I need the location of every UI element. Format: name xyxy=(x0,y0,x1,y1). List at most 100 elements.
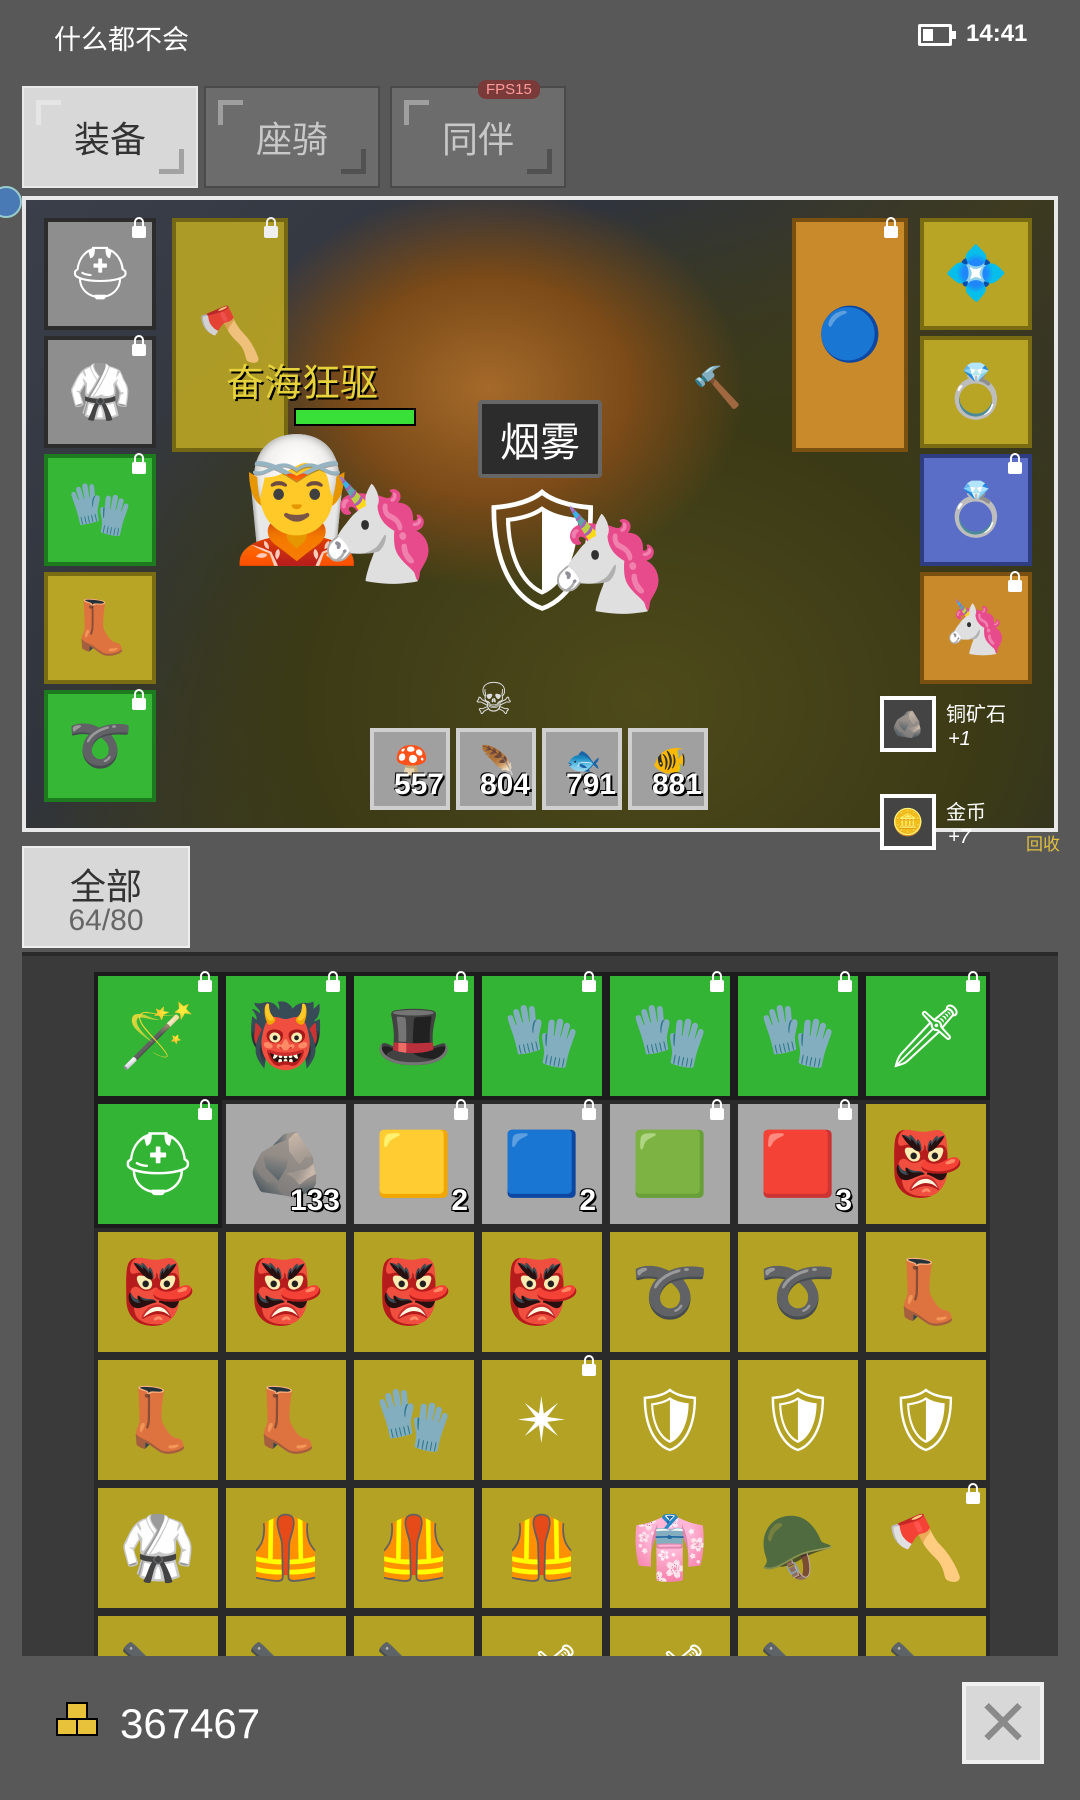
item-quantity: 133 xyxy=(289,1184,340,1217)
lock-icon xyxy=(132,335,146,356)
inventory-slot[interactable]: 🎩 xyxy=(350,971,478,1100)
hammer-drop-icon[interactable]: 🔨 xyxy=(692,364,742,411)
equip-slot-helmet[interactable]: ⛑ xyxy=(44,217,156,330)
inventory-slot[interactable]: 🟥 3 xyxy=(734,1099,862,1228)
inventory-slot[interactable]: 🟦 2 xyxy=(478,1099,606,1228)
equip-slot-offhand[interactable]: 🔵 xyxy=(792,217,908,452)
inventory-slot[interactable]: 👺 xyxy=(350,1228,478,1356)
inventory-slot[interactable]: 👹 xyxy=(222,971,350,1100)
status-time: 14:41 xyxy=(966,20,1028,47)
lock-icon xyxy=(198,971,212,992)
helmet-icon: ⛑ xyxy=(118,1129,198,1199)
dagger-icon: 🗡 xyxy=(503,1640,582,1657)
npc-mount: 🦄 xyxy=(546,504,671,616)
boots-icon: 👢 xyxy=(247,1385,325,1455)
inventory-slot[interactable]: 🔪 xyxy=(862,1612,990,1656)
inventory-slot[interactable]: 🛡 xyxy=(734,1356,862,1484)
equip-slot-ring-2[interactable]: 💍 xyxy=(920,453,1032,566)
inventory-slot[interactable]: ⛑ xyxy=(94,1099,222,1228)
inventory-slot[interactable]: 🔪 xyxy=(734,1612,862,1656)
inventory-slot[interactable]: 🛡 xyxy=(606,1356,734,1484)
inventory-slot[interactable]: 🔪 xyxy=(94,1612,222,1656)
inventory-slot[interactable]: 🪖 xyxy=(734,1484,862,1612)
red-sword-icon: 🗡 xyxy=(886,1001,966,1071)
inventory-slot[interactable]: 👘 xyxy=(606,1484,734,1612)
inventory-slot[interactable]: 🪨 133 xyxy=(222,1100,350,1228)
inventory-slot[interactable]: 👢 xyxy=(94,1356,222,1484)
equip-slot-gloves[interactable]: 🧤 xyxy=(44,453,156,566)
red-hood-icon: 👺 xyxy=(887,1129,965,1199)
equip-slot-boots[interactable]: 👢 xyxy=(44,572,156,684)
inventory-slot[interactable]: 🟨 2 xyxy=(350,1099,478,1228)
lock-icon xyxy=(198,1099,212,1120)
inventory-grid: 🪄 👹 🎩 🧤 🧤 🧤 🗡 ⛑ 🪨 133 🟨 2 🟦 2 🟩 🟥 3 👺 👺 👺 👺 👺 ➰ ➰ 👢 👢 👢 🧤 ✴ 🛡 🛡 🛡 🥋 🦺 🦺 🦺 👘 🪖… xyxy=(94,971,990,1656)
inventory-slot[interactable]: ➰ xyxy=(606,1228,734,1356)
inventory-slot[interactable]: 🟩 xyxy=(606,1099,734,1228)
inventory-slot[interactable]: 🪓 xyxy=(862,1483,990,1612)
tab-mount[interactable]: 座骑 xyxy=(204,86,380,188)
boots-icon: 👢 xyxy=(887,1257,965,1327)
inventory-slot[interactable]: 👺 xyxy=(862,1100,990,1228)
inventory-slot[interactable]: 🗡 xyxy=(478,1612,606,1656)
inventory-slot[interactable]: 🥋 xyxy=(94,1484,222,1612)
inventory-slot[interactable]: ➰ xyxy=(734,1228,862,1356)
inventory-slot[interactable]: 🧤 xyxy=(734,971,862,1100)
inventory-slot[interactable]: 🗡 xyxy=(862,971,990,1100)
player-mount: 🦄 xyxy=(316,474,441,586)
inventory-slot[interactable]: 🧤 xyxy=(350,1356,478,1484)
lock-icon xyxy=(838,971,852,992)
weapon-icon: 🔪 xyxy=(375,1640,452,1657)
inventory-slot[interactable]: ✴ xyxy=(478,1355,606,1484)
lock-icon xyxy=(264,217,278,238)
inventory-slot[interactable]: 🛡 xyxy=(862,1356,990,1484)
tab-companion[interactable]: 同伴 xyxy=(390,86,566,188)
inventory-slot[interactable]: 🦺 xyxy=(222,1484,350,1612)
tab-equipment-label: 装备 xyxy=(73,119,146,160)
lock-icon xyxy=(132,689,146,710)
spiked-mace-icon: ✴ xyxy=(516,1386,568,1456)
item-quantity: 2 xyxy=(579,1184,596,1217)
equip-slot-armor[interactable]: 🥋 xyxy=(44,335,156,448)
inventory-slot[interactable]: 🔪 xyxy=(350,1612,478,1656)
red-hood-icon: 👺 xyxy=(503,1257,581,1327)
close-button[interactable]: ✕ xyxy=(962,1682,1044,1764)
inventory-slot[interactable]: 🧤 xyxy=(478,971,606,1100)
inventory-slot[interactable]: 👢 xyxy=(862,1228,990,1356)
inventory-slot[interactable]: 🧤 xyxy=(606,971,734,1100)
mount-portrait-icon: 🦄 xyxy=(943,599,1009,657)
lock-icon xyxy=(454,971,468,992)
inventory-slot[interactable]: 🦺 xyxy=(478,1484,606,1612)
inventory-slot[interactable]: 🪄 xyxy=(94,971,222,1100)
blade-icon: 🔪 xyxy=(887,1640,964,1657)
horned-mask-icon: 👹 xyxy=(247,1001,325,1071)
boots-icon: 👢 xyxy=(119,1385,197,1455)
recycle-button[interactable]: 回收 xyxy=(1026,830,1060,855)
floating-assist-icon[interactable] xyxy=(0,186,22,218)
equip-slot-mount[interactable]: 🦄 xyxy=(920,571,1032,684)
inventory-slot[interactable]: 👺 xyxy=(478,1228,606,1356)
inventory-slot[interactable]: 👺 xyxy=(94,1228,222,1356)
dark-hat-icon: 🎩 xyxy=(375,1001,453,1071)
equip-slot-amulet[interactable]: 💠 xyxy=(920,218,1032,330)
fps-badge: FPS15 xyxy=(478,80,540,99)
lock-icon xyxy=(582,1099,596,1120)
player-name: 奋海狂驱 xyxy=(226,363,379,405)
red-hood-icon: 👺 xyxy=(247,1257,325,1327)
status-title: 什么都不会 xyxy=(54,25,189,55)
tab-equipment[interactable]: 装备 xyxy=(22,86,198,188)
inventory-slot[interactable]: 👺 xyxy=(222,1228,350,1356)
lock-icon xyxy=(326,971,340,992)
equip-slot-weapon[interactable]: 🪓 xyxy=(172,217,288,452)
red-hood-icon: 👺 xyxy=(119,1257,197,1327)
inventory-slot[interactable]: 👢 xyxy=(222,1356,350,1484)
category-tab-all[interactable]: 全部 64/80 xyxy=(22,846,190,948)
inventory-slot[interactable]: 🗡 xyxy=(606,1612,734,1656)
inventory-slot[interactable]: 🦺 xyxy=(350,1484,478,1612)
equip-slot-belt[interactable]: ➰ xyxy=(44,689,156,802)
lock-icon xyxy=(966,1483,980,1504)
sapphire-ring-icon: 💍 xyxy=(943,481,1009,539)
gauntlet-icon: 🧤 xyxy=(759,1001,837,1071)
equip-slot-ring-1[interactable]: 💍 xyxy=(920,336,1032,448)
chainmail-icon: 🥋 xyxy=(119,1513,197,1583)
inventory-slot[interactable]: 🔪 xyxy=(222,1612,350,1656)
